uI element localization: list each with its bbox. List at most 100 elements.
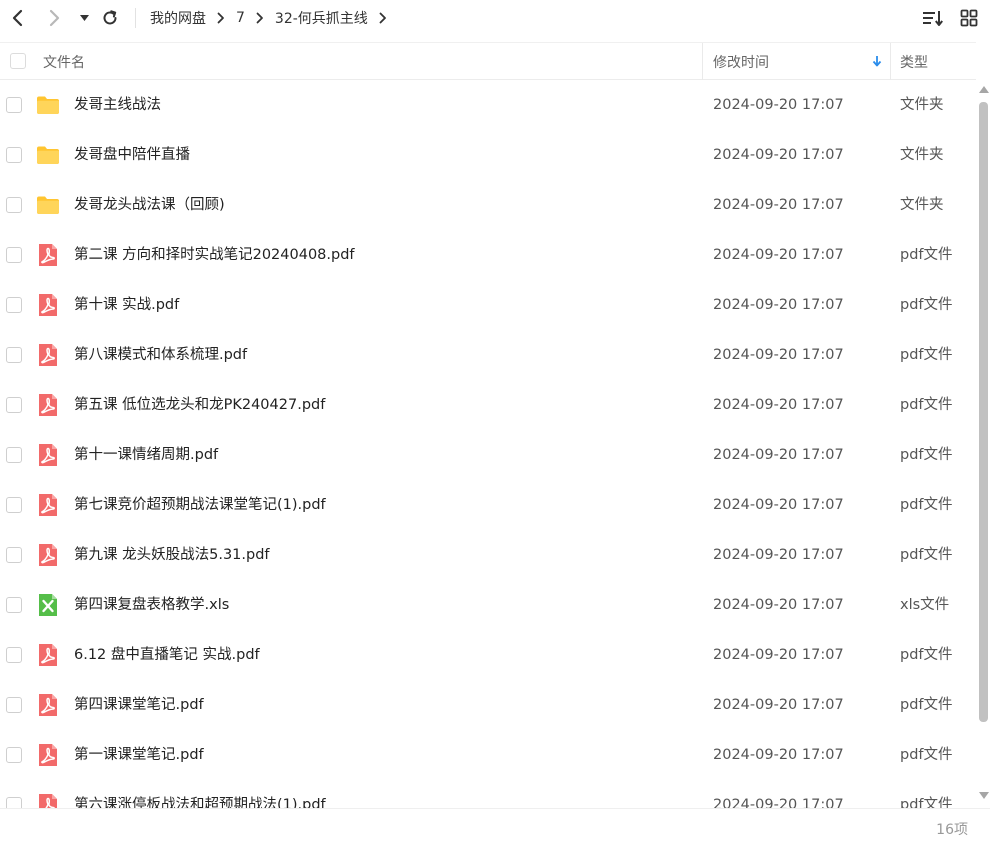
column-divider[interactable] bbox=[702, 43, 703, 80]
grid-view-button[interactable] bbox=[957, 6, 981, 30]
file-type: pdf文件 bbox=[900, 247, 953, 263]
file-name[interactable]: 第八课模式和体系梳理.pdf bbox=[74, 330, 247, 380]
file-modified-time: 2024-09-20 17:07 bbox=[713, 647, 844, 663]
row-checkbox[interactable] bbox=[6, 597, 22, 613]
file-name[interactable]: 第四课复盘表格教学.xls bbox=[74, 580, 229, 630]
file-type: pdf文件 bbox=[900, 647, 953, 663]
sort-descending-arrow-icon bbox=[872, 56, 882, 67]
file-row[interactable]: 第六课涨停板战法和超预期战法(1).pdf 2024-09-20 17:07 pdf… bbox=[0, 780, 976, 808]
file-type: 文件夹 bbox=[900, 147, 944, 163]
pdf-icon bbox=[36, 443, 60, 467]
file-type: pdf文件 bbox=[900, 347, 953, 363]
file-modified-time: 2024-09-20 17:07 bbox=[713, 497, 844, 513]
row-checkbox[interactable] bbox=[6, 647, 22, 663]
folder-icon bbox=[36, 193, 60, 217]
row-checkbox[interactable] bbox=[6, 297, 22, 313]
file-modified-time: 2024-09-20 17:07 bbox=[713, 197, 844, 213]
row-checkbox[interactable] bbox=[6, 197, 22, 213]
toolbar-divider bbox=[135, 8, 136, 28]
row-checkbox[interactable] bbox=[6, 447, 22, 463]
file-name[interactable]: 第一课课堂笔记.pdf bbox=[74, 730, 204, 780]
breadcrumb: 我的网盘 7 32-何兵抓主线 bbox=[150, 5, 398, 31]
row-checkbox[interactable] bbox=[6, 797, 22, 808]
scroll-up-arrow-icon[interactable] bbox=[979, 86, 989, 93]
file-name[interactable]: 第二课 方向和择时实战笔记20240408.pdf bbox=[74, 230, 355, 280]
forward-button[interactable] bbox=[44, 4, 66, 32]
scrollbar-thumb[interactable] bbox=[979, 102, 988, 722]
sort-list-icon bbox=[923, 11, 943, 26]
file-name[interactable]: 第五课 低位选龙头和龙PK240427.pdf bbox=[74, 380, 325, 430]
breadcrumb-item-root[interactable]: 我的网盘 bbox=[150, 8, 206, 28]
file-row[interactable]: 第四课课堂笔记.pdf 2024-09-20 17:07 pdf文件 bbox=[0, 680, 976, 730]
file-row[interactable]: 第七课竞价超预期战法课堂笔记(1).pdf 2024-09-20 17:07 pdf… bbox=[0, 480, 976, 530]
pdf-icon bbox=[36, 543, 60, 567]
file-modified-time: 2024-09-20 17:07 bbox=[713, 247, 844, 263]
file-modified-time: 2024-09-20 17:07 bbox=[713, 397, 844, 413]
file-name[interactable]: 第九课 龙头妖股战法5.31.pdf bbox=[74, 530, 270, 580]
file-type: pdf文件 bbox=[900, 447, 953, 463]
file-modified-time: 2024-09-20 17:07 bbox=[713, 147, 844, 163]
column-header-modified[interactable]: 修改时间 bbox=[713, 43, 888, 80]
folder-icon bbox=[36, 93, 60, 117]
file-row[interactable]: 第八课模式和体系梳理.pdf 2024-09-20 17:07 pdf文件 bbox=[0, 330, 976, 380]
item-count: 16项 bbox=[936, 822, 968, 838]
scroll-down-arrow-icon[interactable] bbox=[979, 792, 989, 799]
row-checkbox[interactable] bbox=[6, 547, 22, 563]
file-row[interactable]: 第四课复盘表格教学.xls 2024-09-20 17:07 xls文件 bbox=[0, 580, 976, 630]
file-row[interactable]: 第十课 实战.pdf 2024-09-20 17:07 pdf文件 bbox=[0, 280, 976, 330]
sort-button[interactable] bbox=[921, 6, 945, 30]
file-type: 文件夹 bbox=[900, 197, 944, 213]
file-name[interactable]: 第六课涨停板战法和超预期战法(1).pdf bbox=[74, 780, 326, 808]
file-name[interactable]: 发哥龙头战法课（回顾) bbox=[74, 180, 225, 230]
chevron-left-icon bbox=[12, 9, 23, 27]
pdf-icon bbox=[36, 243, 60, 267]
file-row[interactable]: 第十一课情绪周期.pdf 2024-09-20 17:07 pdf文件 bbox=[0, 430, 976, 480]
column-header-type[interactable]: 类型 bbox=[900, 43, 976, 80]
file-name[interactable]: 第十课 实战.pdf bbox=[74, 280, 179, 330]
row-checkbox[interactable] bbox=[6, 147, 22, 163]
file-modified-time: 2024-09-20 17:07 bbox=[713, 697, 844, 713]
history-dropdown-button[interactable] bbox=[76, 4, 92, 32]
column-header: 文件名 修改时间 类型 bbox=[0, 42, 976, 80]
chevron-right-icon[interactable] bbox=[379, 12, 387, 24]
row-checkbox[interactable] bbox=[6, 247, 22, 263]
file-row[interactable]: 第九课 龙头妖股战法5.31.pdf 2024-09-20 17:07 pdf文件 bbox=[0, 530, 976, 580]
column-header-name-label: 文件名 bbox=[43, 54, 85, 71]
row-checkbox[interactable] bbox=[6, 697, 22, 713]
column-divider[interactable] bbox=[890, 43, 891, 80]
vertical-scrollbar[interactable] bbox=[976, 80, 990, 808]
file-row[interactable]: 6.12 盘中直播笔记 实战.pdf 2024-09-20 17:07 pdf文件 bbox=[0, 630, 976, 680]
file-row[interactable]: 第五课 低位选龙头和龙PK240427.pdf 2024-09-20 17:07 p… bbox=[0, 380, 976, 430]
row-checkbox[interactable] bbox=[6, 497, 22, 513]
file-modified-time: 2024-09-20 17:07 bbox=[713, 97, 844, 113]
file-name[interactable]: 第四课课堂笔记.pdf bbox=[74, 680, 204, 730]
file-name[interactable]: 第七课竞价超预期战法课堂笔记(1).pdf bbox=[74, 480, 326, 530]
breadcrumb-item-7[interactable]: 7 bbox=[236, 10, 245, 26]
file-name[interactable]: 第十一课情绪周期.pdf bbox=[74, 430, 218, 480]
file-row[interactable]: 第一课课堂笔记.pdf 2024-09-20 17:07 pdf文件 bbox=[0, 730, 976, 780]
file-name[interactable]: 发哥盘中陪伴直播 bbox=[74, 130, 190, 180]
column-header-name[interactable]: 文件名 bbox=[43, 43, 698, 80]
file-row[interactable]: 发哥盘中陪伴直播 2024-09-20 17:07 文件夹 bbox=[0, 130, 976, 180]
file-type: 文件夹 bbox=[900, 97, 944, 113]
file-modified-time: 2024-09-20 17:07 bbox=[713, 447, 844, 463]
file-row[interactable]: 发哥龙头战法课（回顾) 2024-09-20 17:07 文件夹 bbox=[0, 180, 976, 230]
row-checkbox[interactable] bbox=[6, 347, 22, 363]
file-name[interactable]: 6.12 盘中直播笔记 实战.pdf bbox=[74, 630, 260, 680]
row-checkbox[interactable] bbox=[6, 397, 22, 413]
back-button[interactable] bbox=[6, 4, 28, 32]
breadcrumb-item-current[interactable]: 32-何兵抓主线 bbox=[275, 8, 368, 28]
file-name[interactable]: 发哥主线战法 bbox=[74, 80, 161, 130]
file-type: pdf文件 bbox=[900, 397, 953, 413]
row-checkbox[interactable] bbox=[6, 747, 22, 763]
file-row[interactable]: 第二课 方向和择时实战笔记20240408.pdf 2024-09-20 17:0… bbox=[0, 230, 976, 280]
select-all-checkbox[interactable] bbox=[10, 53, 26, 69]
refresh-icon bbox=[103, 10, 117, 25]
file-type: pdf文件 bbox=[900, 497, 953, 513]
file-type: pdf文件 bbox=[900, 697, 953, 713]
refresh-button[interactable] bbox=[99, 4, 121, 32]
row-checkbox[interactable] bbox=[6, 97, 22, 113]
file-row[interactable]: 发哥主线战法 2024-09-20 17:07 文件夹 bbox=[0, 80, 976, 130]
pdf-icon bbox=[36, 343, 60, 367]
file-list: 发哥主线战法 2024-09-20 17:07 文件夹 发哥盘中陪伴直播 2024-09… bbox=[0, 80, 976, 808]
